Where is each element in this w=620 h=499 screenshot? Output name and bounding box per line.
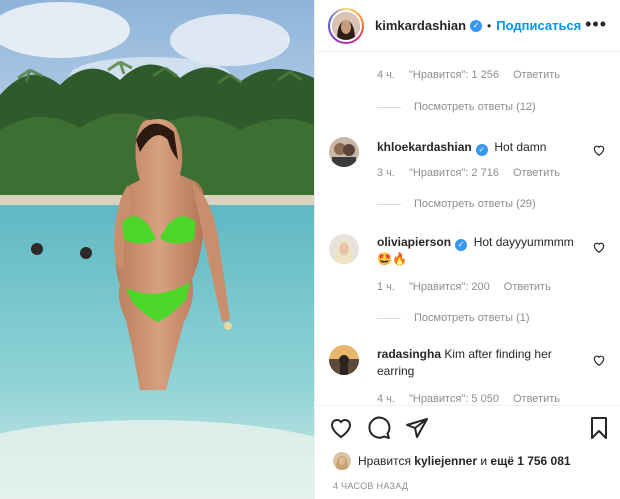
comment-meta: 4 ч. "Нравится": 5 050 Ответить: [377, 393, 574, 405]
verified-icon: ✓: [475, 144, 488, 156]
comment-likes[interactable]: "Нравится": 1 256: [409, 69, 499, 81]
comment-likes[interactable]: "Нравится": 2 716: [409, 167, 499, 179]
view-replies-button[interactable]: Посмотреть ответы (12): [377, 101, 536, 113]
comment-likes[interactable]: "Нравится": 200: [409, 281, 490, 293]
commenter-username[interactable]: radasingha: [377, 347, 441, 361]
commenter-avatar[interactable]: [329, 345, 359, 375]
likes-count[interactable]: ещё 1 756 081: [490, 454, 570, 468]
verified-icon: ✓: [470, 19, 483, 32]
commenter-avatar[interactable]: [329, 137, 359, 167]
commenter-username[interactable]: oliviapierson: [377, 235, 451, 249]
comment-text: oliviapierson ✓ Hot dayyyummmm 🤩🔥: [377, 234, 585, 268]
author-username[interactable]: kimkardashian: [375, 18, 466, 33]
comment-meta: 4 ч. "Нравится": 1 256 Ответить: [377, 69, 574, 81]
reply-button[interactable]: Ответить: [513, 69, 560, 81]
view-replies-label[interactable]: Посмотреть ответы (29): [414, 198, 536, 210]
view-replies-button[interactable]: Посмотреть ответы (29): [377, 198, 536, 210]
like-comment-heart-icon[interactable]: [592, 353, 606, 367]
comment-text: khloekardashian ✓ Hot damn: [377, 139, 585, 156]
story-ring[interactable]: [328, 7, 364, 44]
heart-icon[interactable]: [329, 416, 353, 440]
verified-icon: ✓: [455, 239, 468, 251]
comment-meta: 1 ч. "Нравится": 200 Ответить: [377, 281, 565, 293]
action-icons: [329, 416, 429, 440]
comment-time: 4 ч.: [377, 69, 395, 81]
separator-dot: •: [487, 18, 492, 33]
reply-button[interactable]: Ответить: [504, 281, 551, 293]
comment-text: radasingha Kim after finding her earring: [377, 346, 585, 380]
comment-time: 3 ч.: [377, 167, 395, 179]
divider-line: [377, 317, 401, 319]
commenter-avatar[interactable]: [329, 234, 359, 264]
bookmark-icon[interactable]: [587, 416, 611, 440]
comment-time: 4 ч.: [377, 393, 395, 405]
author-avatar[interactable]: [330, 9, 362, 42]
commenter-username[interactable]: khloekardashian: [377, 140, 472, 154]
likes-conjunction: и: [480, 454, 488, 468]
like-comment-heart-icon[interactable]: [592, 240, 606, 254]
divider-line: [377, 203, 401, 205]
post-panel: kimkardashian ✓ • Подписаться ••• 4 ч. "Н…: [314, 0, 620, 499]
comment-likes[interactable]: "Нравится": 5 050: [409, 393, 499, 405]
likes-prefix: Нравится: [358, 454, 411, 468]
beach-photo-image: [0, 0, 314, 499]
post-header: kimkardashian ✓ • Подписаться •••: [315, 0, 620, 52]
reply-button[interactable]: Ответить: [513, 393, 560, 405]
post-photo[interactable]: [0, 0, 314, 499]
divider-line: [377, 106, 401, 108]
likes-summary: Нравится kyliejenner и ещё 1 756 081: [333, 452, 571, 470]
liker-avatar[interactable]: [333, 452, 351, 470]
comments-list[interactable]: 4 ч. "Нравится": 1 256 Ответить Посмотреть…: [315, 53, 620, 405]
view-replies-button[interactable]: Посмотреть ответы (1): [377, 312, 530, 324]
like-comment-heart-icon[interactable]: [592, 143, 606, 157]
comment-body: Hot damn: [494, 140, 547, 154]
reply-button[interactable]: Ответить: [513, 167, 560, 179]
view-replies-label[interactable]: Посмотреть ответы (12): [414, 101, 536, 113]
follow-button[interactable]: Подписаться: [496, 18, 581, 33]
view-replies-label[interactable]: Посмотреть ответы (1): [414, 312, 530, 324]
comment-time: 1 ч.: [377, 281, 395, 293]
liker-username[interactable]: kyliejenner: [414, 454, 477, 468]
more-icon[interactable]: •••: [585, 15, 607, 33]
comment-meta: 3 ч. "Нравится": 2 716 Ответить: [377, 167, 574, 179]
comment-icon[interactable]: [367, 416, 391, 440]
share-icon[interactable]: [405, 416, 429, 440]
post-timestamp[interactable]: 4 ЧАСОВ НАЗАД: [333, 481, 408, 491]
post-actions: Нравится kyliejenner и ещё 1 756 081 4 Ч…: [315, 405, 620, 499]
